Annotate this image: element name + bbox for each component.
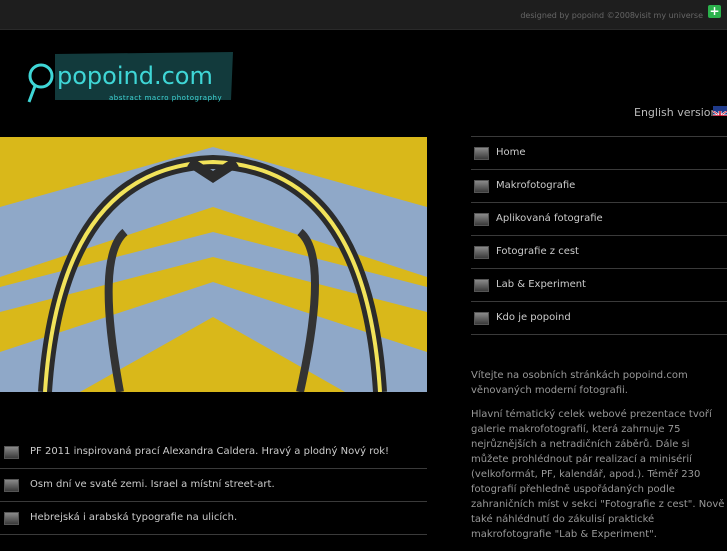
logo-tagline: abstract macro photography [109, 94, 222, 102]
plus-icon[interactable]: + [708, 5, 721, 18]
nav-item-aplikovana-fotografie[interactable]: Aplikovaná fotografie [471, 203, 727, 236]
english-version-link[interactable]: English version [634, 106, 718, 119]
uk-flag-icon[interactable] [713, 106, 727, 116]
nav-item-fotografie-z-cest[interactable]: Fotografie z cest [471, 236, 727, 269]
nav-item-label: Aplikovaná fotografie [496, 213, 603, 224]
square-icon [4, 479, 19, 492]
news-item-text: Osm dní ve svaté zemi. Israel a místní s… [30, 479, 275, 490]
nav-item-label: Makrofotografie [496, 180, 576, 191]
square-icon [474, 246, 489, 259]
news-item[interactable]: Hebrejská i arabská typografie na ulicíc… [0, 502, 427, 535]
square-icon [4, 512, 19, 525]
intro-paragraph: Hlavní tématický celek webové prezentace… [471, 409, 725, 540]
nav-item-home[interactable]: Home [471, 136, 727, 170]
square-icon [474, 312, 489, 325]
visit-universe-link[interactable]: visit my universe [635, 11, 704, 20]
square-icon [474, 147, 489, 160]
nav-item-label: Home [496, 147, 526, 158]
main-nav: Home Makrofotografie Aplikovaná fotograf… [471, 136, 727, 335]
designer-credit: designed by popoind ©2008 [520, 11, 635, 20]
nav-item-kdo-je-popoind[interactable]: Kdo je popoind [471, 302, 727, 335]
nav-item-lab-experiment[interactable]: Lab & Experiment [471, 269, 727, 302]
nav-item-label: Kdo je popoind [496, 312, 571, 323]
square-icon [474, 279, 489, 292]
square-icon [474, 180, 489, 193]
logo-wordmark: popoind.com [57, 62, 213, 90]
nav-item-label: Lab & Experiment [496, 279, 586, 290]
news-item-text: Hebrejská i arabská typografie na ulicíc… [30, 512, 238, 523]
intro-text: Vítejte na osobních stránkách popoind.co… [471, 368, 727, 551]
news-item-text: PF 2011 inspirovaná prací Alexandra Cald… [30, 446, 390, 457]
news-item[interactable]: PF 2011 inspirovaná prací Alexandra Cald… [0, 436, 427, 469]
top-bar: designed by popoind ©2008 visit my unive… [0, 0, 727, 30]
news-item[interactable]: Osm dní ve svaté zemi. Israel a místní s… [0, 469, 427, 502]
news-list: PF 2011 inspirovaná prací Alexandra Cald… [0, 436, 427, 535]
hero-photo [0, 137, 427, 392]
square-icon [4, 446, 19, 459]
nav-item-makrofotografie[interactable]: Makrofotografie [471, 170, 727, 203]
site-logo[interactable]: popoind.com abstract macro photography [25, 52, 235, 106]
intro-paragraph: Vítejte na osobních stránkách popoind.co… [471, 370, 688, 396]
nav-item-label: Fotografie z cest [496, 246, 579, 257]
square-icon [474, 213, 489, 226]
